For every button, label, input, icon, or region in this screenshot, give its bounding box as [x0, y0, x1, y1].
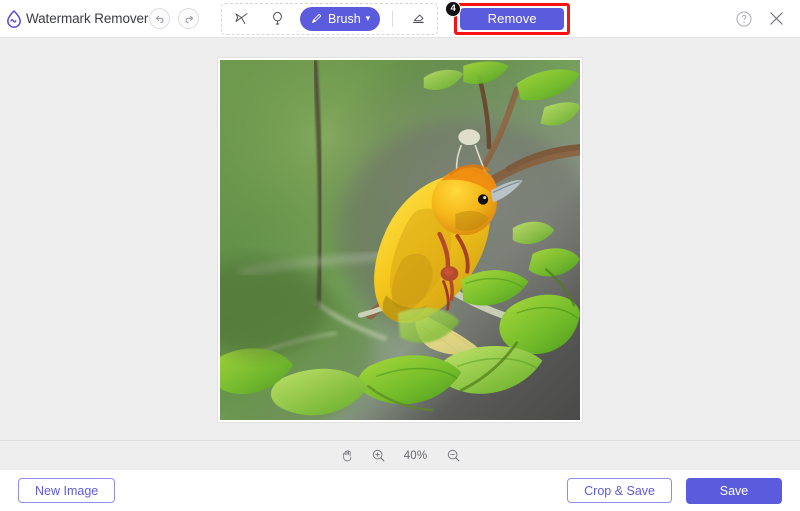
zoom-in-icon — [371, 448, 386, 463]
brush-icon — [310, 12, 323, 25]
waterdrop-logo-icon — [4, 9, 24, 29]
app-header: Watermark Remover — [0, 0, 800, 38]
lasso-icon — [269, 10, 286, 27]
toolbar-divider — [392, 11, 393, 27]
eraser-tool[interactable] — [405, 7, 431, 31]
app-title: Watermark Remover — [26, 11, 148, 26]
save-button[interactable]: Save — [686, 478, 782, 504]
chevron-down-icon: ▾ — [366, 14, 371, 23]
header-right-controls — [735, 9, 800, 28]
zoom-level-value: 40% — [402, 450, 430, 462]
undo-button[interactable] — [149, 8, 170, 29]
footer-right-actions: Crop & Save Save — [567, 478, 782, 504]
history-controls — [149, 8, 199, 29]
editor-canvas-area[interactable] — [0, 38, 800, 440]
zoom-toolbar: 40% — [0, 440, 800, 470]
close-button[interactable] — [767, 9, 786, 28]
help-button[interactable] — [735, 10, 753, 28]
zoom-in-button[interactable] — [371, 448, 386, 463]
new-image-button[interactable]: New Image — [18, 478, 115, 503]
question-mark-circle-icon — [735, 10, 753, 28]
editing-image[interactable] — [220, 60, 580, 420]
lasso-tool[interactable] — [264, 7, 290, 31]
brush-tool-button[interactable]: Brush ▾ — [300, 7, 380, 31]
zoom-out-button[interactable] — [446, 448, 461, 463]
image-frame — [218, 58, 582, 422]
eraser-icon — [410, 10, 427, 27]
zoom-out-icon — [446, 448, 461, 463]
step-badge: 4 — [445, 1, 461, 17]
crop-and-save-button[interactable]: Crop & Save — [567, 478, 672, 503]
brush-label: Brush — [328, 12, 361, 26]
app-footer: New Image Crop & Save Save — [0, 470, 800, 511]
undo-arrow-icon — [154, 13, 166, 25]
redo-arrow-icon — [183, 13, 195, 25]
remove-button[interactable]: Remove — [460, 8, 564, 30]
watermark-remover-window: Watermark Remover — [0, 0, 800, 511]
remove-action-zone: 4 Remove — [454, 3, 570, 35]
pan-tool-button[interactable] — [340, 448, 355, 463]
brand: Watermark Remover — [0, 9, 145, 29]
polygonal-lasso-tool[interactable] — [228, 7, 254, 31]
remove-highlight-annotation: Remove — [454, 3, 570, 35]
hand-pan-icon — [340, 448, 355, 463]
close-x-icon — [767, 9, 786, 28]
tool-group: Brush ▾ — [221, 3, 438, 35]
polygon-lasso-icon — [233, 10, 250, 27]
redo-button[interactable] — [178, 8, 199, 29]
